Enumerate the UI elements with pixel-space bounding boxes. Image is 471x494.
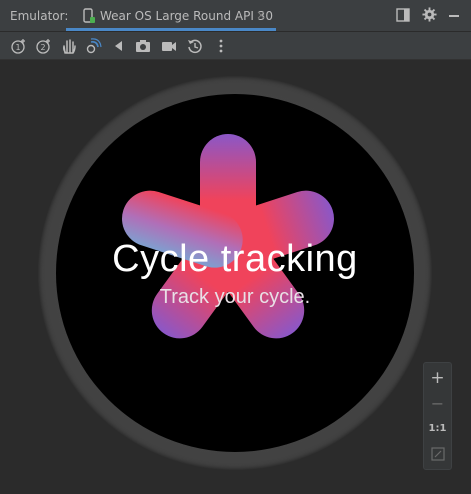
close-tab-icon[interactable]: × (256, 8, 266, 22)
snapshot-icon (188, 39, 202, 54)
fit-screen-button[interactable] (424, 447, 451, 465)
video-icon (162, 42, 176, 51)
fit-screen-icon (430, 447, 445, 461)
app-subtitle: Track your cycle. (159, 286, 311, 308)
screenshot-button[interactable] (134, 37, 152, 55)
palm-button[interactable] (60, 37, 78, 55)
power-icon: 1 (11, 39, 25, 54)
back-button[interactable] (110, 37, 128, 55)
power-badge: 1 (15, 43, 20, 52)
volume-up-icon: 2 (36, 39, 50, 54)
zoom-controls: + − 1:1 (423, 362, 452, 470)
power-button[interactable]: 1 (10, 37, 28, 55)
layout-toggle-icon[interactable] (396, 7, 410, 26)
zoom-in-button[interactable]: + (424, 368, 451, 388)
tool-window-header: Emulator: Wear OS Large Round API 30 × (0, 0, 471, 32)
tilt-icon (86, 38, 102, 54)
more-button[interactable] (212, 37, 230, 55)
zoom-out-button[interactable]: − (424, 394, 451, 413)
emulator-tab[interactable]: Wear OS Large Round API 30 × (66, 0, 276, 31)
settings-gear-icon[interactable] (422, 7, 437, 26)
more-vertical-icon (219, 39, 223, 53)
panel-label: Emulator: (10, 9, 69, 23)
watch-screen[interactable]: Cycle tracking Track your cycle. (56, 94, 414, 452)
tilt-button[interactable] (84, 37, 102, 55)
app-title: Cycle tracking (112, 238, 358, 280)
volume-up-button[interactable]: 2 (35, 37, 53, 55)
camera-icon (136, 40, 150, 52)
palm-icon (63, 39, 76, 54)
snapshot-button[interactable] (186, 37, 204, 55)
actual-size-button[interactable]: 1:1 (424, 423, 451, 434)
tab-title: Wear OS Large Round API 30 (100, 9, 273, 23)
minimize-icon[interactable] (448, 7, 460, 26)
emulator-toolbar: 1 2 (0, 32, 471, 60)
screen-record-button[interactable] (160, 37, 178, 55)
volume-badge: 2 (40, 43, 45, 52)
tab-active-indicator (66, 28, 276, 31)
back-icon (115, 41, 122, 51)
wear-device-icon (82, 8, 96, 28)
